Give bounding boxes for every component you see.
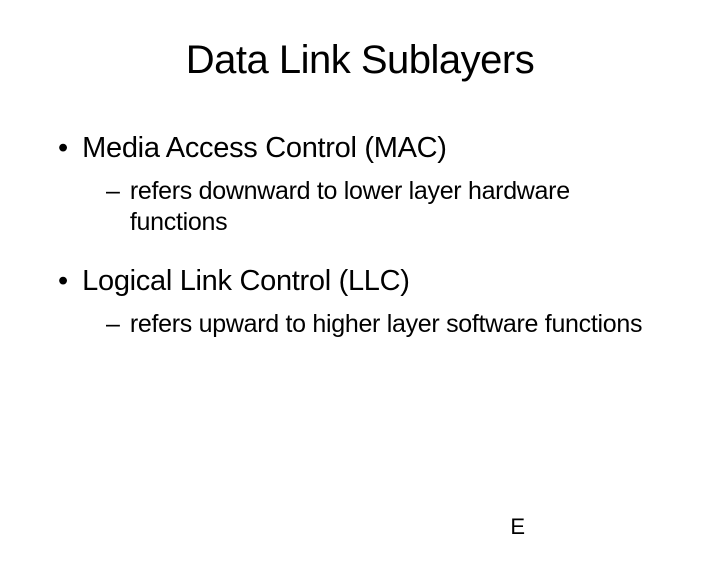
sub-bullet-text: refers downward to lower layer hardware … <box>130 176 670 239</box>
bullet-marker: • <box>58 131 68 166</box>
bullet-item: • Media Access Control (MAC) <box>58 131 670 166</box>
dash-marker: – <box>106 309 120 340</box>
sub-bullet-item: – refers upward to higher layer software… <box>58 309 670 340</box>
bullet-text: Logical Link Control (LLC) <box>82 264 409 299</box>
slide-content: • Media Access Control (MAC) – refers do… <box>0 131 720 340</box>
bullet-item: • Logical Link Control (LLC) <box>58 264 670 299</box>
bullet-marker: • <box>58 264 68 299</box>
sub-bullet-item: – refers downward to lower layer hardwar… <box>58 176 670 239</box>
footer-mark: E <box>510 514 525 540</box>
sub-bullet-text: refers upward to higher layer software f… <box>130 309 642 340</box>
slide-title: Data Link Sublayers <box>0 38 720 83</box>
dash-marker: – <box>106 176 120 207</box>
bullet-text: Media Access Control (MAC) <box>82 131 446 166</box>
